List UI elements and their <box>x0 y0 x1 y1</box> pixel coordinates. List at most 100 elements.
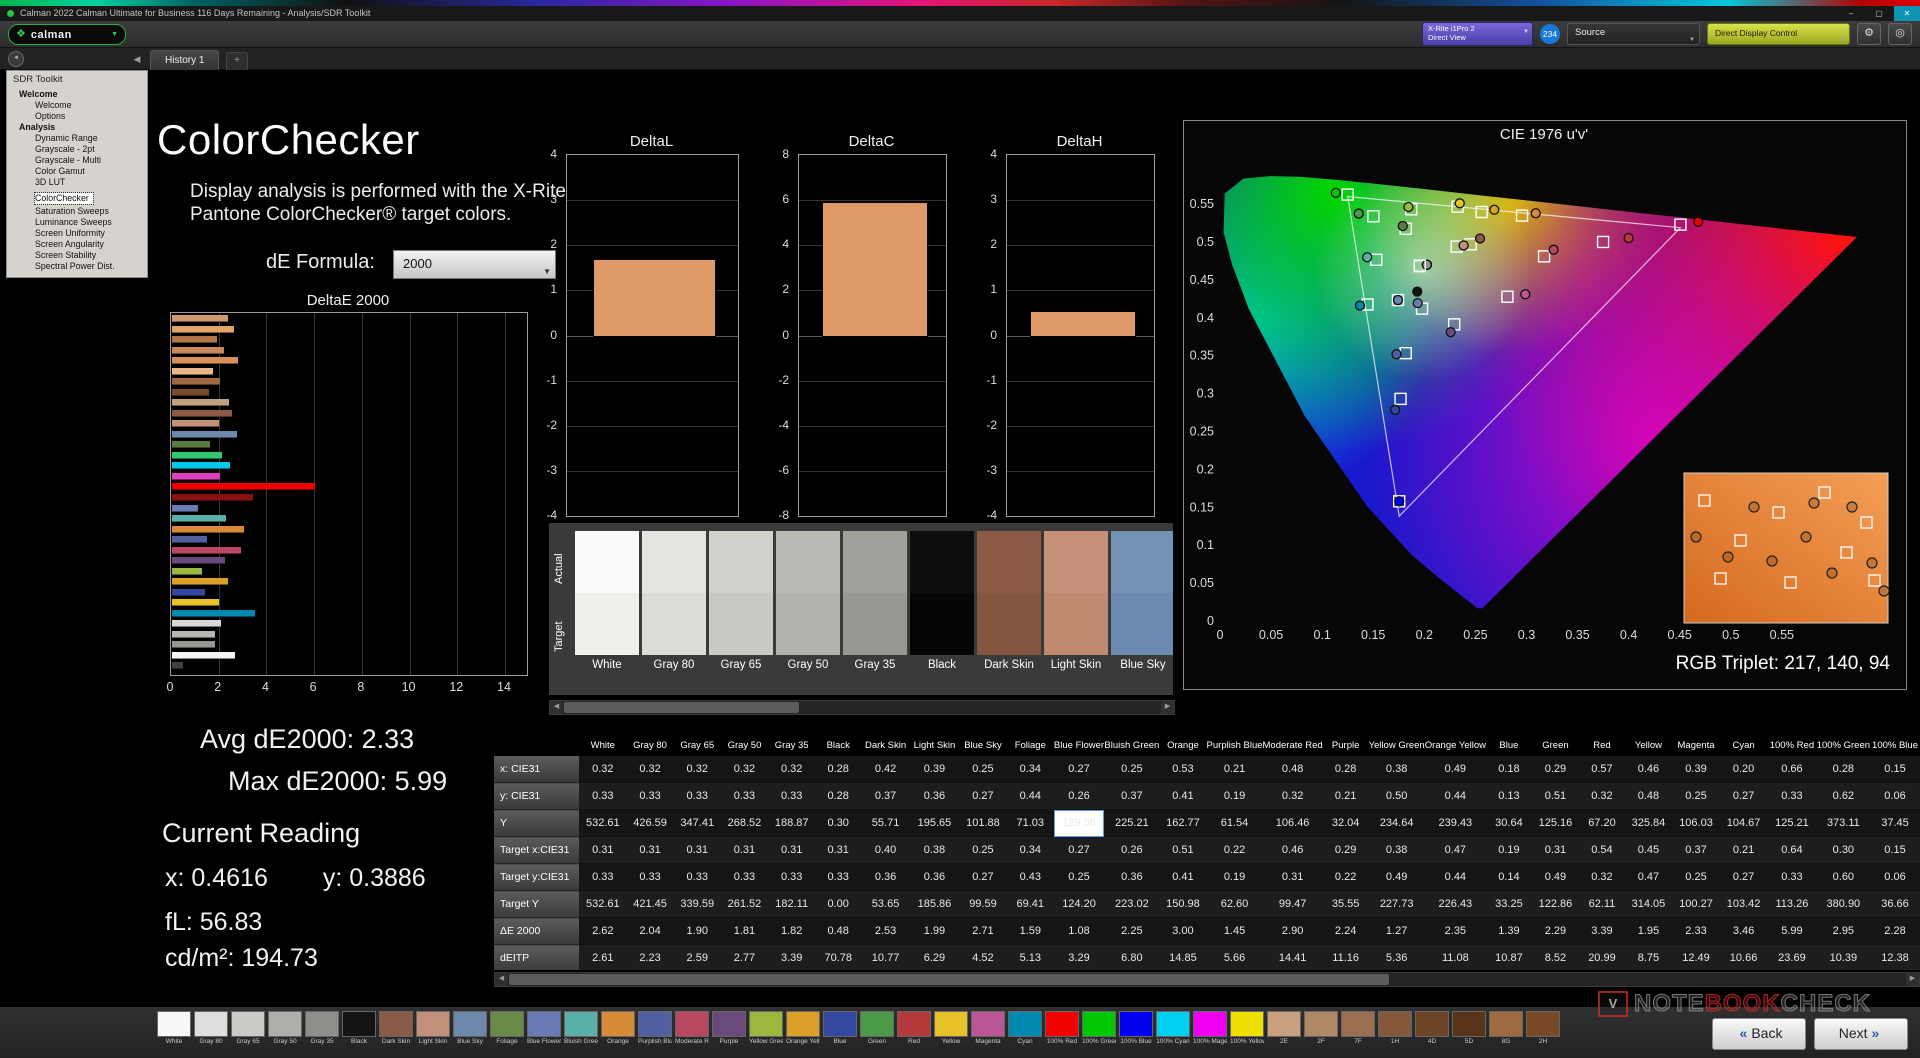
table-cell[interactable]: 99.59 <box>958 890 1007 918</box>
table-cell[interactable]: 0.28 <box>815 756 862 783</box>
sidebar-item-colorchecker[interactable]: ColorChecker <box>34 192 94 205</box>
table-cell[interactable]: 32.04 <box>1322 809 1369 837</box>
scroll-left-icon[interactable]: ◀ <box>550 701 563 714</box>
table-cell[interactable]: 0.32 <box>1262 782 1323 810</box>
table-cell[interactable]: 0.19 <box>1486 836 1532 864</box>
sidebar-item-spectral-power-dist-[interactable]: Spectral Power Dist. <box>7 261 147 272</box>
patch-button-gray-35[interactable]: Gray 35 <box>305 1011 339 1045</box>
source-selector[interactable]: Source ▼ <box>1567 23 1700 45</box>
patch-button-gray-80[interactable]: Gray 80 <box>194 1011 228 1045</box>
table-cell[interactable]: 0.21 <box>1719 836 1768 864</box>
table-cell[interactable]: 226.43 <box>1424 890 1486 918</box>
table-cell[interactable]: 0.47 <box>1424 836 1486 864</box>
patch-button-2f[interactable]: 2F <box>1304 1011 1338 1045</box>
target-button[interactable]: ◎ <box>1888 23 1912 45</box>
table-cell[interactable]: 2.28 <box>1870 917 1920 945</box>
patch-button-dark-skin[interactable]: Dark Skin <box>379 1011 413 1045</box>
table-cell[interactable]: 125.16 <box>1531 809 1580 837</box>
patch-button-5d[interactable]: 5D <box>1452 1011 1486 1045</box>
table-cell[interactable]: 3.46 <box>1719 917 1768 945</box>
table-cell[interactable]: 380.90 <box>1816 890 1871 918</box>
table-cell[interactable]: 0.25 <box>958 756 1007 783</box>
table-cell[interactable]: 0.25 <box>1104 756 1160 783</box>
table-cell[interactable]: 0.41 <box>1159 782 1207 810</box>
table-cell[interactable]: 0.22 <box>1206 836 1263 864</box>
table-cell[interactable]: 0.60 <box>1816 863 1871 891</box>
table-cell[interactable]: 1.45 <box>1206 917 1263 945</box>
table-cell[interactable]: 0.33 <box>1767 782 1817 810</box>
table-cell[interactable]: 14.41 <box>1262 944 1323 970</box>
patch-button-8g[interactable]: 8G <box>1489 1011 1523 1045</box>
scroll-thumb[interactable] <box>564 702 799 713</box>
table-cell[interactable]: 0.41 <box>1159 863 1207 891</box>
table-cell[interactable]: 61.54 <box>1206 809 1263 837</box>
table-cell[interactable]: 0.28 <box>1322 756 1369 783</box>
table-cell[interactable]: 37.45 <box>1870 809 1920 837</box>
table-cell[interactable]: 0.38 <box>1368 756 1425 783</box>
patch-button-purple[interactable]: Purple <box>712 1011 746 1045</box>
table-cell[interactable]: 195.65 <box>909 809 959 837</box>
table-cell[interactable]: 2.95 <box>1816 917 1871 945</box>
table-cell[interactable]: 0.14 <box>1486 863 1532 891</box>
table-cell[interactable]: 325.84 <box>1624 809 1673 837</box>
sidebar-item-grayscale-multi[interactable]: Grayscale - Multi <box>7 155 147 166</box>
sidebar-item-grayscale-2pt[interactable]: Grayscale - 2pt <box>7 144 147 155</box>
table-cell[interactable]: 532.61 <box>579 890 627 918</box>
table-cell[interactable]: 373.11 <box>1816 809 1871 837</box>
table-cell[interactable]: 0.33 <box>673 782 721 810</box>
table-cell[interactable]: 0.33 <box>768 863 816 891</box>
sidebar-item-screen-angularity[interactable]: Screen Angularity <box>7 239 147 250</box>
table-cell[interactable]: 2.29 <box>1531 917 1580 945</box>
table-cell[interactable]: 1.95 <box>1624 917 1673 945</box>
table-cell[interactable]: 0.39 <box>1672 756 1720 783</box>
scroll-right-icon[interactable]: ▶ <box>1906 973 1919 986</box>
table-cell[interactable]: 0.33 <box>579 863 627 891</box>
table-cell[interactable]: 0.33 <box>720 863 769 891</box>
table-cell[interactable]: 0.19 <box>1206 782 1263 810</box>
table-cell[interactable]: 53.65 <box>861 890 910 918</box>
table-cell[interactable]: 239.43 <box>1424 809 1486 837</box>
table-cell[interactable]: 0.38 <box>909 836 959 864</box>
patch-button-purplish-blue[interactable]: Purplish Blue <box>638 1011 672 1045</box>
table-cell[interactable]: 5.99 <box>1767 917 1817 945</box>
table-cell[interactable]: 0.15 <box>1870 836 1920 864</box>
table-cell[interactable]: 314.05 <box>1624 890 1673 918</box>
table-cell[interactable]: 62.11 <box>1579 890 1625 918</box>
meter-selector[interactable]: X-Rite i1Pro 2 Direct View ▼ <box>1422 22 1533 46</box>
patch-button-gray-50[interactable]: Gray 50 <box>268 1011 302 1045</box>
table-cell[interactable]: 0.19 <box>1206 863 1263 891</box>
table-cell[interactable]: 5.13 <box>1006 944 1054 970</box>
patch-button-orange-yellow[interactable]: Orange Yellow <box>786 1011 820 1045</box>
patch-button-2e[interactable]: 2E <box>1267 1011 1301 1045</box>
sidebar-item-3d-lut[interactable]: 3D LUT <box>7 177 147 188</box>
table-cell[interactable]: 2.04 <box>626 917 674 945</box>
table-cell[interactable]: 0.15 <box>1870 756 1920 783</box>
table-cell[interactable]: 30.64 <box>1486 809 1532 837</box>
table-cell[interactable]: 1.99 <box>909 917 959 945</box>
settings-button[interactable]: ⚙ <box>1857 23 1881 45</box>
table-cell[interactable]: 2.90 <box>1262 917 1323 945</box>
sidebar-item-dynamic-range[interactable]: Dynamic Range <box>7 133 147 144</box>
table-cell[interactable]: 0.36 <box>909 863 959 891</box>
table-cell[interactable]: 0.42 <box>861 756 910 783</box>
table-cell[interactable]: 0.45 <box>1624 836 1673 864</box>
sidebar-item-welcome[interactable]: Welcome <box>7 89 147 100</box>
table-cell[interactable]: 1.39 <box>1486 917 1532 945</box>
table-cell[interactable]: 0.31 <box>579 836 627 864</box>
add-tab-button[interactable]: + <box>226 52 248 70</box>
table-cell[interactable]: 0.64 <box>1767 836 1817 864</box>
patch-button-100-magenta[interactable]: 100% Magenta <box>1193 1011 1227 1045</box>
table-cell[interactable]: 0.30 <box>815 809 862 837</box>
table-cell[interactable]: 4.52 <box>958 944 1007 970</box>
patch-button-yellow[interactable]: Yellow <box>934 1011 968 1045</box>
table-cell[interactable]: 2.23 <box>626 944 674 970</box>
table-cell[interactable]: 0.21 <box>1322 782 1369 810</box>
table-cell[interactable]: 12.49 <box>1672 944 1720 970</box>
table-cell[interactable]: 0.28 <box>1816 756 1871 783</box>
table-cell[interactable]: 0.51 <box>1159 836 1207 864</box>
table-cell[interactable]: 0.29 <box>1322 836 1369 864</box>
sidebar-item-saturation-sweeps[interactable]: Saturation Sweeps <box>7 206 147 217</box>
scroll-left-icon[interactable]: ◀ <box>495 973 508 986</box>
table-cell[interactable]: 0.50 <box>1368 782 1425 810</box>
table-cell[interactable]: 0.49 <box>1424 756 1486 783</box>
